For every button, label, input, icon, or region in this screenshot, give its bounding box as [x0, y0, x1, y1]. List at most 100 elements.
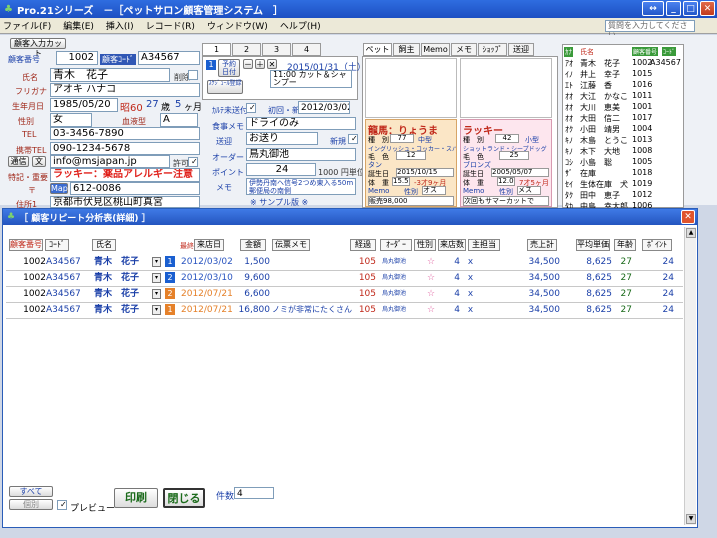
question-input[interactable]: 質問を入力してください: [605, 20, 695, 40]
list-row-id[interactable]: 1008: [632, 146, 652, 155]
memo-field[interactable]: 伊勢丹南ヘ信号2つめ東入る50m郵便局の南側: [246, 178, 356, 195]
menu-window[interactable]: ウィンドウ(W): [207, 19, 268, 32]
schedule-button[interactable]: ｽｹｼﾞｭｰﾙ登録: [207, 80, 243, 94]
pet-tab-memo-jp[interactable]: メモ: [451, 43, 477, 56]
list-row-id[interactable]: 1001: [632, 102, 652, 111]
pet-tab-pet[interactable]: ペット: [363, 43, 392, 56]
point-field[interactable]: 24: [246, 163, 316, 176]
list-row-id[interactable]: 1019: [632, 179, 652, 188]
list-row-kana[interactable]: ｵｵ: [565, 102, 573, 113]
visit-tab-2[interactable]: 2: [232, 43, 261, 56]
minus-button[interactable]: －: [243, 59, 253, 69]
tel-field[interactable]: 03-3456-7890: [50, 127, 200, 140]
list-row-id[interactable]: 1013: [632, 135, 652, 144]
address-field[interactable]: 京都市伏見区桃山町真宮: [50, 196, 200, 208]
preview-checkbox[interactable]: ✓: [57, 500, 67, 510]
permit-checkbox[interactable]: ✓: [188, 157, 198, 167]
list-row-name[interactable]: 田中 恵子: [580, 190, 620, 201]
zip-field[interactable]: 612-0086: [70, 182, 200, 195]
col-elapsed[interactable]: 経過: [350, 239, 376, 251]
list-row-name[interactable]: 井上 幸子: [580, 69, 620, 80]
kana-field[interactable]: アオキ ハナコ: [50, 83, 200, 97]
note-field[interactable]: ラッキー：薬品アレルギー注意: [50, 168, 200, 182]
col-name[interactable]: 氏名: [92, 239, 116, 251]
row-dropdown-icon[interactable]: ▾: [152, 257, 161, 267]
pickup-select[interactable]: お送り: [246, 132, 318, 145]
visit-tab-3[interactable]: 3: [262, 43, 291, 56]
menu-help[interactable]: ヘルプ(H): [280, 19, 321, 32]
pet-tab-shop[interactable]: ｼｮｯﾌﾟ: [478, 43, 507, 56]
deleted-checkbox[interactable]: [188, 70, 198, 80]
card-unsent-checkbox[interactable]: ✓: [246, 103, 256, 113]
close-report-button[interactable]: 閉じる: [163, 488, 205, 508]
list-row-kana[interactable]: ｱｵ: [565, 58, 573, 69]
cancel-visit-button[interactable]: ✕: [267, 59, 277, 69]
new-customer-checkbox[interactable]: ✓: [348, 134, 358, 144]
report-scrollbar[interactable]: ▲ ▼: [684, 227, 696, 525]
pet-tab-memo-en[interactable]: Memo: [421, 43, 450, 56]
menu-edit[interactable]: 編集(E): [63, 19, 94, 32]
list-row-kana[interactable]: ｷﾉ: [565, 146, 573, 157]
list-row-kana[interactable]: ｴﾄ: [565, 80, 573, 91]
pet-type-1[interactable]: 77: [390, 134, 414, 143]
mail-button[interactable]: 通信: [8, 156, 29, 167]
list-row-id[interactable]: 1005: [632, 157, 652, 166]
pet-sex-1[interactable]: オス: [422, 186, 446, 195]
pet-tab-owner[interactable]: 飼主: [393, 43, 420, 56]
first-visit-date[interactable]: 2012/03/02: [298, 101, 350, 114]
col-point[interactable]: ﾎﾟｲﾝﾄ: [642, 239, 672, 251]
list-row-name[interactable]: 生体在庫 犬: [580, 179, 628, 190]
scroll-down-icon[interactable]: ▼: [686, 514, 696, 524]
col-code[interactable]: ｺｰﾄﾞ: [45, 239, 69, 251]
visit-tab-1[interactable]: 1: [202, 43, 231, 56]
map-button[interactable]: Map: [50, 183, 68, 194]
count-field[interactable]: 4: [234, 487, 274, 499]
scroll-up-icon[interactable]: ▲: [686, 228, 696, 238]
list-row-kana[interactable]: ｷﾉ: [565, 135, 573, 146]
list-row-kana[interactable]: ｲﾉ: [565, 69, 573, 80]
row-dropdown-icon[interactable]: ▾: [152, 305, 161, 315]
list-header-kana[interactable]: ｶﾅ: [564, 47, 573, 57]
pet-tab-pickup[interactable]: 送迎: [508, 43, 534, 56]
list-row-name[interactable]: 小島 聡: [580, 157, 612, 168]
pet-memo-1[interactable]: 販売98,000: [368, 196, 454, 206]
list-row-name[interactable]: 青木 花子: [580, 58, 620, 69]
list-row-name[interactable]: 江藤 香: [580, 80, 612, 91]
pet-color-1[interactable]: 12: [396, 151, 426, 160]
col-amount[interactable]: 金額: [240, 239, 266, 251]
maximize-button[interactable]: □: [683, 1, 698, 16]
all-records-button[interactable]: すべて: [9, 486, 53, 497]
close-button[interactable]: ✕: [700, 1, 715, 16]
pet-type-2[interactable]: 42: [495, 134, 519, 143]
meal-memo-field[interactable]: ドライのみ: [246, 117, 356, 130]
customer-code-field[interactable]: A34567: [138, 51, 200, 65]
list-row-kana[interactable]: ｺｼ: [565, 157, 573, 168]
col-visit-date[interactable]: 来店日: [194, 239, 224, 251]
list-row-name[interactable]: 木下 大地: [580, 146, 620, 157]
col-slip-memo[interactable]: 伝票メモ: [272, 239, 310, 251]
list-row-id[interactable]: 1018: [632, 168, 652, 177]
list-row-id[interactable]: 1017: [632, 113, 652, 122]
col-order[interactable]: ｵｰﾀﾞｰ: [380, 239, 412, 251]
list-row-kana[interactable]: ｾｲ: [565, 179, 573, 190]
list-row-id[interactable]: 1011: [632, 91, 652, 100]
email-field[interactable]: info@msjapan.jp: [50, 155, 170, 168]
gender-select[interactable]: 女: [50, 113, 92, 127]
col-gender[interactable]: 性別: [414, 239, 436, 251]
list-row-id[interactable]: 1004: [632, 124, 652, 133]
individual-button[interactable]: 個別: [9, 499, 53, 510]
list-row-id[interactable]: 1015: [632, 69, 652, 78]
list-row-kana[interactable]: ﾀｸ: [565, 190, 573, 201]
order-field[interactable]: 鳥丸御池: [246, 148, 356, 161]
col-avg[interactable]: 平均単価: [576, 239, 610, 251]
customer-lookup-button[interactable]: 顧客入力カット: [10, 38, 66, 58]
list-row-name[interactable]: 小田 靖男: [580, 124, 620, 135]
pet-weight-1[interactable]: 15.5: [392, 177, 410, 186]
col-sales[interactable]: 売上計: [527, 239, 557, 251]
list-header-id[interactable]: 顧客番号: [632, 47, 659, 56]
birth-field[interactable]: 1985/05/20: [50, 98, 118, 112]
menu-record[interactable]: レコード(R): [146, 19, 195, 32]
menu-file[interactable]: ファイル(F): [3, 19, 51, 32]
pet-color-2[interactable]: 25: [499, 151, 529, 160]
customer-id-field[interactable]: 1002: [56, 51, 98, 65]
